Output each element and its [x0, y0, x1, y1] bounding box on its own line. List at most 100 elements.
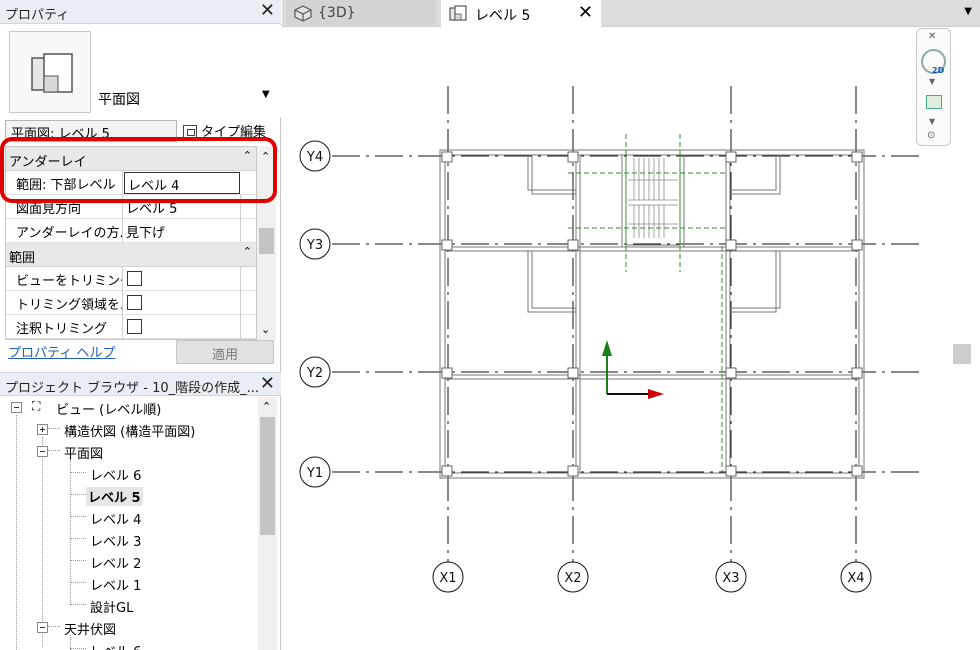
- grid-label-y3: Y3: [306, 238, 323, 253]
- properties-close-icon[interactable]: ✕: [260, 1, 275, 21]
- scroll-up-icon[interactable]: ⌃: [261, 150, 270, 163]
- left-panel: プロパティ ✕ 平面図 ▼ 平面図: レベル 5 タイプ編集 アンダーレイ ⌃ …: [0, 0, 281, 650]
- columns: [441, 151, 863, 477]
- tab-list-dropdown-icon[interactable]: ▼: [964, 6, 972, 17]
- apply-button[interactable]: 適用: [176, 340, 274, 364]
- project-browser-tree: ⛶ ビュー (レベル順) 構造伏図 (構造平面図) 平面図 レベル 6 レベル …: [0, 397, 258, 650]
- collapse-icon[interactable]: [37, 622, 48, 633]
- properties-titlebar: プロパティ ✕: [0, 0, 281, 24]
- row-range-bottom: 範囲: 下部レベル レベル 4: [6, 171, 256, 195]
- crop-view-checkbox[interactable]: [127, 271, 142, 286]
- tree-label: レベル 1: [90, 579, 142, 594]
- grid-label-x2: X2: [564, 571, 581, 586]
- row-annotation-crop: 注釈トリミング: [6, 315, 256, 339]
- navbar-options-icon[interactable]: ⊙: [927, 130, 935, 141]
- underlay-orientation-value[interactable]: 見下げ: [123, 219, 241, 243]
- row-crop-region: トリミング領域を...: [6, 291, 256, 315]
- crop-view-label: ビューをトリミング: [6, 267, 123, 291]
- view-instance-selector[interactable]: 平面図: レベル 5: [5, 120, 177, 142]
- crop-region-cell: [123, 291, 241, 315]
- project-browser-titlebar: プロジェクト ブラウザ - 10_階段の作成_... ✕: [0, 372, 281, 396]
- annotation-crop-cell: [123, 315, 241, 339]
- row-view-direction: 図面見方向 レベル 5: [6, 195, 256, 219]
- tab-3d[interactable]: {3D}: [286, 0, 436, 27]
- project-browser-close-icon[interactable]: ✕: [260, 374, 275, 394]
- stair-guide-lines: [568, 134, 726, 472]
- floor-plan-type-icon: [9, 31, 91, 113]
- tab-level5[interactable]: レベル 5 ✕: [441, 0, 601, 27]
- zoom-region-icon[interactable]: [926, 95, 942, 109]
- group-extents[interactable]: 範囲 ⌃: [6, 243, 256, 267]
- annotation-crop-checkbox[interactable]: [127, 319, 142, 334]
- grid-label-y2: Y2: [306, 366, 323, 381]
- tree-label: 天井伏図: [64, 623, 117, 638]
- grid-label-x4: X4: [847, 571, 864, 586]
- view-tabbar: {3D} レベル 5 ✕ ▼: [282, 0, 980, 27]
- cube-icon: [294, 5, 312, 22]
- type-edit-icon: [183, 125, 197, 138]
- scroll-thumb[interactable]: [259, 228, 274, 254]
- tab-3d-label: {3D}: [318, 5, 356, 21]
- stair-treads: [628, 158, 678, 238]
- properties-title: プロパティ: [5, 8, 70, 23]
- coordinate-axes-icon: [602, 340, 664, 399]
- tree-label-selected: レベル 5: [86, 487, 143, 506]
- row-underlay-orientation: アンダーレイの方... 見下げ: [6, 219, 256, 243]
- collapse-icon[interactable]: [37, 446, 48, 457]
- scroll-up-icon[interactable]: ⌃: [262, 400, 271, 413]
- scroll-thumb[interactable]: [260, 417, 275, 535]
- grid-label-y4: Y4: [306, 150, 323, 165]
- crop-region-checkbox[interactable]: [127, 295, 142, 310]
- project-browser-title: プロジェクト ブラウザ - 10_階段の作成_...: [5, 381, 260, 396]
- floor-plan-icon: [449, 5, 467, 21]
- drawing-canvas[interactable]: Y4 Y3 Y2 Y1 X1 X2 X3 X4: [282, 28, 980, 650]
- canvas-scrollbar[interactable]: [951, 28, 980, 650]
- grid-label-x1: X1: [439, 571, 456, 586]
- type-name: 平面図: [98, 92, 140, 108]
- views-icon: ⛶: [32, 399, 41, 413]
- range-bottom-label: 範囲: 下部レベル: [6, 171, 123, 195]
- collapse-icon[interactable]: ⌃: [243, 149, 252, 162]
- wheel-2d-label: 2D: [932, 66, 945, 75]
- crop-region-label: トリミング領域を...: [6, 291, 123, 315]
- type-dropdown-icon[interactable]: ▼: [262, 89, 270, 100]
- zoom-dropdown-icon[interactable]: ▼: [929, 117, 935, 126]
- tree-label: レベル 6: [90, 469, 142, 484]
- expand-icon[interactable]: [37, 424, 48, 435]
- tree-label: 平面図: [64, 447, 104, 462]
- tree-label: 構造伏図 (構造平面図): [64, 425, 196, 440]
- group-underlay[interactable]: アンダーレイ ⌃: [6, 147, 256, 171]
- close-tab-icon[interactable]: ✕: [578, 2, 593, 23]
- annotation-crop-label: 注釈トリミング: [6, 315, 123, 339]
- collapse-icon[interactable]: [11, 402, 22, 413]
- scroll-down-icon[interactable]: ⌄: [261, 323, 270, 336]
- grid-label-x3: X3: [722, 571, 739, 586]
- row-crop-view: ビューをトリミング: [6, 267, 256, 291]
- properties-grid: アンダーレイ ⌃ 範囲: 下部レベル レベル 4 図面見方向 レベル 5 アンダ…: [5, 146, 257, 340]
- floor-plan-drawing: Y4 Y3 Y2 Y1 X1 X2 X3 X4: [299, 86, 922, 593]
- navigation-bar: ✕ 2D ▼ ▼ ⊙: [916, 28, 951, 146]
- view-direction-value[interactable]: レベル 5: [123, 195, 241, 219]
- canvas-scroll-thumb[interactable]: [953, 344, 971, 364]
- properties-help-link[interactable]: プロパティ ヘルプ: [8, 342, 115, 361]
- wheel-dropdown-icon[interactable]: ▼: [929, 77, 935, 86]
- type-selector[interactable]: 平面図 ▼: [0, 25, 281, 117]
- view-direction-label: 図面見方向: [6, 195, 123, 219]
- tree-label: レベル 3: [90, 535, 142, 550]
- tree-label: レベル 2: [90, 557, 142, 572]
- group-extents-label: 範囲: [9, 251, 36, 266]
- properties-scrollbar[interactable]: ⌃ ⌄: [257, 146, 276, 340]
- close-navbar-icon[interactable]: ✕: [928, 31, 936, 42]
- crop-view-cell: [123, 267, 241, 291]
- tree-label: 設計GL: [90, 601, 134, 616]
- tree-scrollbar[interactable]: ⌃: [258, 397, 277, 650]
- grid-lines: [332, 86, 922, 562]
- type-edit-button[interactable]: タイプ編集: [183, 121, 266, 140]
- tree-label: レベル 4: [90, 513, 142, 528]
- tab-level5-label: レベル 5: [475, 8, 531, 24]
- collapse-icon[interactable]: ⌃: [243, 245, 252, 258]
- grid-labels: Y4 Y3 Y2 Y1 X1 X2 X3 X4: [306, 150, 865, 586]
- walls: [439, 149, 865, 479]
- range-bottom-input[interactable]: レベル 4: [124, 172, 240, 194]
- type-edit-label: タイプ編集: [201, 125, 267, 140]
